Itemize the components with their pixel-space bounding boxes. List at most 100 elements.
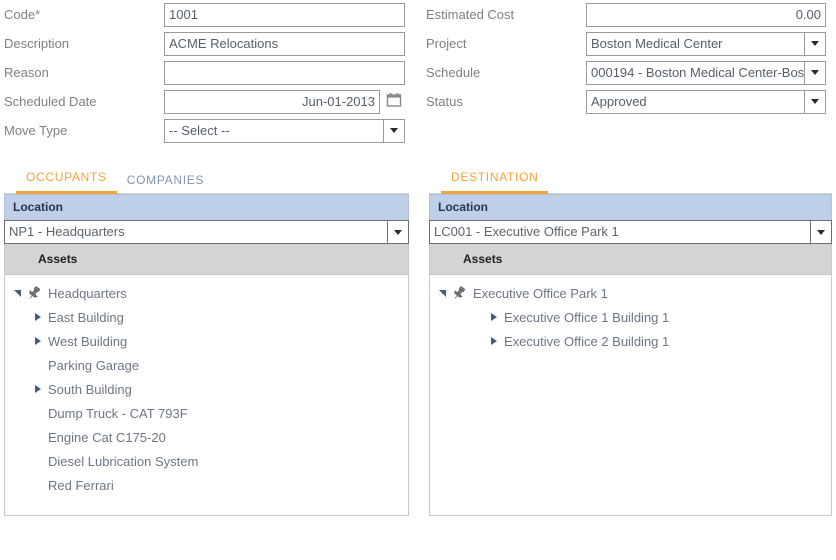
tree-expanded-arrow-icon[interactable] (439, 290, 446, 297)
tab-companies[interactable]: COMPANIES (117, 173, 214, 194)
field-estimated-cost (586, 3, 826, 27)
form-column-right: Estimated Cost Project Boston Medical Ce… (418, 0, 836, 145)
tree-item-label: Executive Office Park 1 (473, 286, 608, 301)
tree-item[interactable]: Headquarters (5, 281, 408, 305)
tree-item[interactable]: Red Ferrari (5, 473, 408, 497)
project-select-value[interactable]: Boston Medical Center (586, 32, 804, 56)
tab-destination[interactable]: DESTINATION (441, 170, 548, 194)
field-row-move-type: Move Type -- Select -- (4, 116, 418, 145)
tree-item-label: Engine Cat C175-20 (48, 430, 166, 445)
tree-item-label: East Building (48, 310, 124, 325)
tree-item-label: South Building (48, 382, 132, 397)
chevron-down-icon (817, 230, 825, 235)
tree-item[interactable]: Executive Office Park 1 (430, 281, 831, 305)
tree-item-label: West Building (48, 334, 127, 349)
field-reason (164, 61, 405, 85)
tree-item-label: Parking Garage (48, 358, 139, 373)
tree-item-label: Red Ferrari (48, 478, 114, 493)
tree-item[interactable]: West Building (5, 329, 408, 353)
scheduled-date-input[interactable] (164, 90, 380, 114)
field-row-schedule: Schedule 000194 - Boston Medical Center-… (426, 58, 836, 87)
pin-icon (26, 285, 42, 301)
label-schedule: Schedule (426, 65, 586, 81)
calendar-icon (386, 92, 402, 111)
left-location-header: Location (4, 194, 409, 220)
tree-collapsed-arrow-icon[interactable] (35, 385, 41, 393)
project-dropdown-button[interactable] (804, 32, 826, 56)
move-form: Code* Description Reason Scheduled Date (0, 0, 836, 145)
move-type-dropdown-button[interactable] (383, 119, 405, 143)
tree-collapsed-arrow-icon[interactable] (491, 313, 497, 321)
status-select-value[interactable]: Approved (586, 90, 804, 114)
tree-collapsed-arrow-icon[interactable] (35, 313, 41, 321)
field-row-status: Status Approved (426, 87, 836, 116)
tree-collapsed-arrow-icon[interactable] (491, 337, 497, 345)
chevron-down-icon (390, 128, 398, 133)
label-code: Code* (4, 7, 164, 23)
tree-item-label: Diesel Lubrication System (48, 454, 198, 469)
left-location-value[interactable]: NP1 - Headquarters (4, 220, 387, 244)
chevron-down-icon (811, 70, 819, 75)
field-row-scheduled-date: Scheduled Date (4, 87, 418, 116)
estimated-cost-input[interactable] (586, 3, 826, 27)
tree-item-label: Executive Office 1 Building 1 (504, 310, 669, 325)
field-status[interactable]: Approved (586, 90, 826, 114)
tree-collapsed-arrow-icon[interactable] (35, 337, 41, 345)
tree-expanded-arrow-icon[interactable] (14, 290, 21, 297)
field-row-project: Project Boston Medical Center (426, 29, 836, 58)
chevron-down-icon (394, 230, 402, 235)
status-dropdown-button[interactable] (804, 90, 826, 114)
right-location-dropdown-button[interactable] (810, 220, 832, 244)
right-assets-box: Assets Executive Office Park 1Executive … (429, 244, 832, 516)
tree-item[interactable]: East Building (5, 305, 408, 329)
calendar-picker-button[interactable] (383, 90, 405, 114)
label-reason: Reason (4, 65, 164, 81)
chevron-down-icon (811, 41, 819, 46)
form-column-left: Code* Description Reason Scheduled Date (0, 0, 418, 145)
right-assets-tree: Executive Office Park 1 Executive Office … (430, 275, 831, 353)
tree-item[interactable]: Diesel Lubrication System (5, 449, 408, 473)
tab-occupants[interactable]: OCCUPANTS (16, 170, 117, 194)
schedule-select-value[interactable]: 000194 - Boston Medical Center-Bos (586, 61, 804, 85)
left-assets-box: Assets Headquarters East Building West Bui… (4, 244, 409, 516)
right-tabbar: DESTINATION (429, 165, 832, 194)
code-input[interactable] (164, 3, 405, 27)
right-assets-header: Assets (430, 244, 831, 275)
field-row-description: Description (4, 29, 418, 58)
field-move-type[interactable]: -- Select -- (164, 119, 405, 143)
left-location-dropdown-button[interactable] (387, 220, 409, 244)
field-schedule[interactable]: 000194 - Boston Medical Center-Bos (586, 61, 826, 85)
reason-input[interactable] (164, 61, 405, 85)
field-code (164, 3, 405, 27)
tree-item[interactable]: Executive Office 2 Building 1 (430, 329, 831, 353)
tree-item[interactable]: Parking Garage (5, 353, 408, 377)
left-assets-header: Assets (5, 244, 408, 275)
tree-item[interactable]: South Building (5, 377, 408, 401)
chevron-down-icon (811, 99, 819, 104)
label-scheduled-date: Scheduled Date (4, 94, 164, 110)
label-description: Description (4, 36, 164, 52)
tree-item[interactable]: Engine Cat C175-20 (5, 425, 408, 449)
tree-item[interactable]: Dump Truck - CAT 793F (5, 401, 408, 425)
label-status: Status (426, 94, 586, 110)
right-location-select[interactable]: LC001 - Executive Office Park 1 (429, 220, 832, 244)
right-location-header: Location (429, 194, 832, 220)
left-assets-tree: Headquarters East Building West Building Pa… (5, 275, 408, 497)
panels-container: OCCUPANTS COMPANIES Location NP1 - Headq… (0, 165, 836, 516)
tree-item-label: Headquarters (48, 286, 127, 301)
move-type-select-value[interactable]: -- Select -- (164, 119, 383, 143)
field-row-code: Code* (4, 0, 418, 29)
left-location-select[interactable]: NP1 - Headquarters (4, 220, 409, 244)
pin-icon (451, 285, 467, 301)
label-estimated-cost: Estimated Cost (426, 7, 586, 23)
right-location-value[interactable]: LC001 - Executive Office Park 1 (429, 220, 810, 244)
occupants-panel: OCCUPANTS COMPANIES Location NP1 - Headq… (0, 165, 418, 516)
description-input[interactable] (164, 32, 405, 56)
field-row-estimated-cost: Estimated Cost (426, 0, 836, 29)
schedule-dropdown-button[interactable] (804, 61, 826, 85)
left-tabbar: OCCUPANTS COMPANIES (4, 165, 409, 194)
label-project: Project (426, 36, 586, 52)
tree-item-label: Executive Office 2 Building 1 (504, 334, 669, 349)
field-project[interactable]: Boston Medical Center (586, 32, 826, 56)
tree-item[interactable]: Executive Office 1 Building 1 (430, 305, 831, 329)
